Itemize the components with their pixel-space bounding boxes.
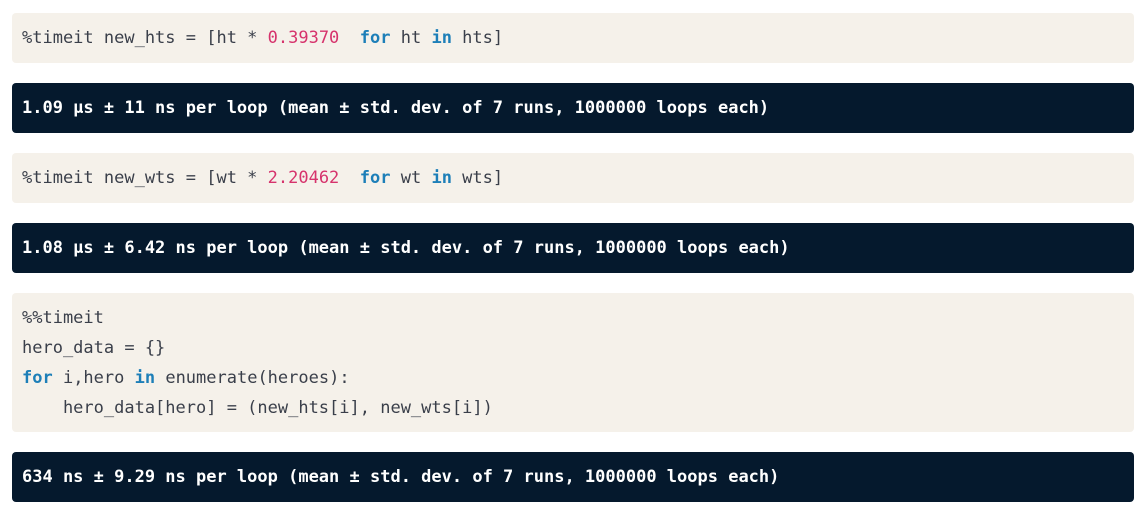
code-token: %timeit new_hts = [ht * (22, 28, 268, 48)
code-line: %timeit new_wts = [wt * 2.20462 for wt i… (22, 163, 1124, 193)
code-keyword: in (431, 28, 452, 48)
code-line: hero_data[hero] = (new_hts[i], new_wts[i… (22, 393, 1124, 423)
code-keyword: in (134, 368, 156, 388)
code-token: hero_data = {} (22, 338, 166, 358)
output-text: 1.09 µs ± 11 ns per loop (mean ± std. de… (22, 98, 770, 118)
code-token: %timeit new_wts = [wt * (22, 168, 268, 188)
code-token: %%timeit (22, 308, 104, 328)
code-cell-1[interactable]: %timeit new_hts = [ht * 0.39370 for ht i… (12, 13, 1134, 63)
code-token: i,hero (52, 368, 135, 388)
code-cell-3[interactable]: %%timeit hero_data = {} for i,hero in en… (12, 293, 1134, 432)
code-keyword: for (359, 168, 391, 188)
code-number: 2.20462 (267, 168, 340, 188)
code-keyword: for (22, 368, 53, 388)
code-line: %timeit new_hts = [ht * 0.39370 for ht i… (22, 23, 1124, 53)
output-text: 634 ns ± 9.29 ns per loop (mean ± std. d… (22, 467, 780, 487)
output-cell-2: 1.08 µs ± 6.42 ns per loop (mean ± std. … (12, 223, 1134, 273)
code-token: hero_data[hero] = (new_hts[i], new_wts[i… (22, 398, 493, 418)
code-token: wts] (451, 168, 504, 188)
code-line: %%timeit (22, 303, 1124, 333)
code-token: hts] (451, 28, 504, 48)
code-cell-2[interactable]: %timeit new_wts = [wt * 2.20462 for wt i… (12, 153, 1134, 203)
output-text: 1.08 µs ± 6.42 ns per loop (mean ± std. … (22, 238, 790, 258)
code-keyword: in (431, 168, 452, 188)
code-number: 0.39370 (267, 28, 340, 48)
code-line: hero_data = {} (22, 333, 1124, 363)
code-line: for i,hero in enumerate(heroes): (22, 363, 1124, 393)
code-token: ht (390, 28, 432, 48)
output-cell-3: 634 ns ± 9.29 ns per loop (mean ± std. d… (12, 452, 1134, 502)
code-token: enumerate(heroes): (155, 368, 350, 388)
output-cell-1: 1.09 µs ± 11 ns per loop (mean ± std. de… (12, 83, 1134, 133)
code-token: wt (390, 168, 432, 188)
code-keyword: for (359, 28, 391, 48)
